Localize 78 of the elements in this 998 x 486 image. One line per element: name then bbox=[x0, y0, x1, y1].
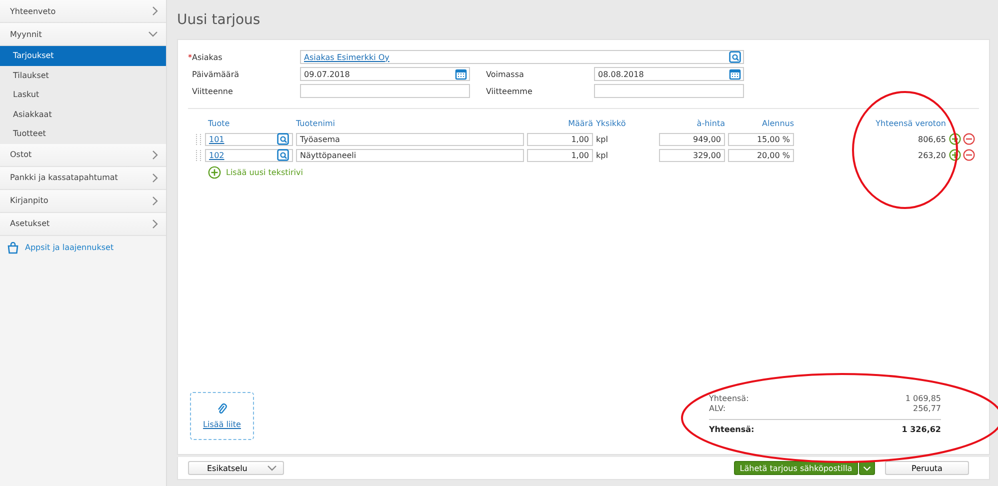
search-icon[interactable] bbox=[277, 149, 289, 161]
input-field[interactable]: 20,00 % bbox=[728, 148, 794, 162]
table-cell-text: kpl bbox=[596, 134, 609, 144]
sidebar-item[interactable]: Ostot bbox=[0, 144, 166, 166]
drag-handle[interactable] bbox=[196, 150, 201, 160]
input-field[interactable]: 1,00 bbox=[527, 148, 593, 162]
input-field[interactable]: 949,00 bbox=[659, 132, 725, 146]
chevron-right-icon bbox=[152, 150, 158, 160]
total-value: 1 326,62 bbox=[902, 425, 941, 436]
sidebar-item[interactable]: Pankki ja kassatapahtumat bbox=[0, 166, 166, 190]
field-label: Viitteenne bbox=[191, 86, 234, 96]
drag-handle[interactable] bbox=[196, 134, 201, 144]
cancel-button[interactable]: Peruuta bbox=[885, 461, 969, 475]
column-header: à-hinta bbox=[696, 118, 725, 128]
attachment-link[interactable]: Lisää liite bbox=[203, 420, 241, 429]
total-label: ALV: bbox=[709, 404, 726, 414]
sidebar-item[interactable]: Myynnit bbox=[0, 23, 166, 46]
sidebar-subitem[interactable]: Tilaukset bbox=[0, 66, 166, 85]
sidebar-subitem[interactable]: Tarjoukset bbox=[0, 46, 166, 66]
input-field[interactable]: 15,00 % bbox=[728, 132, 794, 146]
field-label: Voimassa bbox=[485, 70, 525, 78]
sidebar-item[interactable]: Kirjanpito bbox=[0, 190, 166, 212]
date-field[interactable]: 09.07.2018 bbox=[300, 67, 470, 81]
sidebar-item[interactable]: Asetukset bbox=[0, 212, 166, 236]
column-header: Määrä bbox=[567, 118, 593, 128]
chevron-down-icon bbox=[863, 466, 871, 470]
customer-field[interactable]: Asiakas Esimerkki Oy bbox=[300, 50, 744, 64]
input-field[interactable] bbox=[300, 84, 470, 98]
sidebar-subitem[interactable]: Laskut bbox=[0, 85, 166, 104]
paperclip-icon bbox=[217, 403, 227, 415]
product-field[interactable]: 102 bbox=[205, 148, 293, 162]
field-label: Asiakas bbox=[192, 52, 222, 62]
search-icon[interactable] bbox=[729, 51, 741, 63]
calendar-icon[interactable] bbox=[455, 68, 467, 80]
sidebar-subitem[interactable]: Asiakkaat bbox=[0, 104, 166, 124]
input-field[interactable]: 329,00 bbox=[659, 148, 725, 162]
search-icon[interactable] bbox=[277, 133, 289, 145]
remove-icon[interactable] bbox=[963, 149, 975, 161]
chevron-right-icon bbox=[152, 6, 158, 16]
attachment-dropzone[interactable]: Lisää liite bbox=[190, 392, 254, 440]
column-header: Tuote bbox=[207, 118, 231, 128]
field-label: Päivämäärä bbox=[191, 70, 240, 78]
chevron-right-icon bbox=[152, 218, 158, 228]
table-cell-text: 263,20 bbox=[917, 150, 946, 160]
total-label: Yhteensä: bbox=[709, 394, 749, 404]
sidebar-item[interactable]: Yhteenveto bbox=[0, 0, 166, 23]
total-label: Yhteensä: bbox=[709, 425, 754, 436]
input-field[interactable]: Työasema bbox=[296, 132, 524, 146]
total-value: 256,77 bbox=[913, 404, 941, 414]
product-field[interactable]: 101 bbox=[205, 132, 293, 146]
chevron-down-icon bbox=[148, 31, 158, 37]
input-field[interactable]: Näyttöpaneeli bbox=[296, 148, 524, 162]
remove-icon[interactable] bbox=[963, 133, 975, 145]
chevron-right-icon bbox=[152, 172, 158, 182]
input-field[interactable] bbox=[594, 84, 744, 98]
table-cell-text: 806,65 bbox=[917, 134, 946, 144]
column-header: Yksikkö bbox=[596, 118, 627, 128]
apps-link[interactable]: Appsit ja laajennukset bbox=[25, 243, 114, 252]
calendar-icon[interactable] bbox=[729, 68, 741, 80]
page-title: Uusi tarjous bbox=[177, 12, 262, 28]
required-mark: * bbox=[188, 52, 192, 62]
column-header: Yhteensä veroton bbox=[874, 118, 946, 128]
add-icon[interactable] bbox=[208, 166, 221, 179]
input-field[interactable]: 1,00 bbox=[527, 132, 593, 146]
chevron-right-icon bbox=[152, 196, 158, 206]
add-icon[interactable] bbox=[949, 133, 961, 145]
column-header: Alennus bbox=[761, 118, 794, 128]
shopping-bag-icon bbox=[7, 242, 19, 254]
add-icon[interactable] bbox=[949, 149, 961, 161]
total-value: 1 069,85 bbox=[905, 394, 941, 404]
preview-button[interactable]: Esikatselu bbox=[188, 461, 284, 475]
sidebar-subitem[interactable]: Tuotteet bbox=[0, 124, 166, 144]
column-header: Tuotenimi bbox=[296, 118, 336, 128]
table-cell-text: kpl bbox=[596, 150, 609, 160]
field-label: Viitteemme bbox=[485, 86, 534, 96]
date-field[interactable]: 08.08.2018 bbox=[594, 67, 744, 81]
send-email-button[interactable]: Lähetä tarjous sähköpostilla bbox=[734, 461, 858, 475]
chevron-down-icon bbox=[267, 465, 277, 471]
